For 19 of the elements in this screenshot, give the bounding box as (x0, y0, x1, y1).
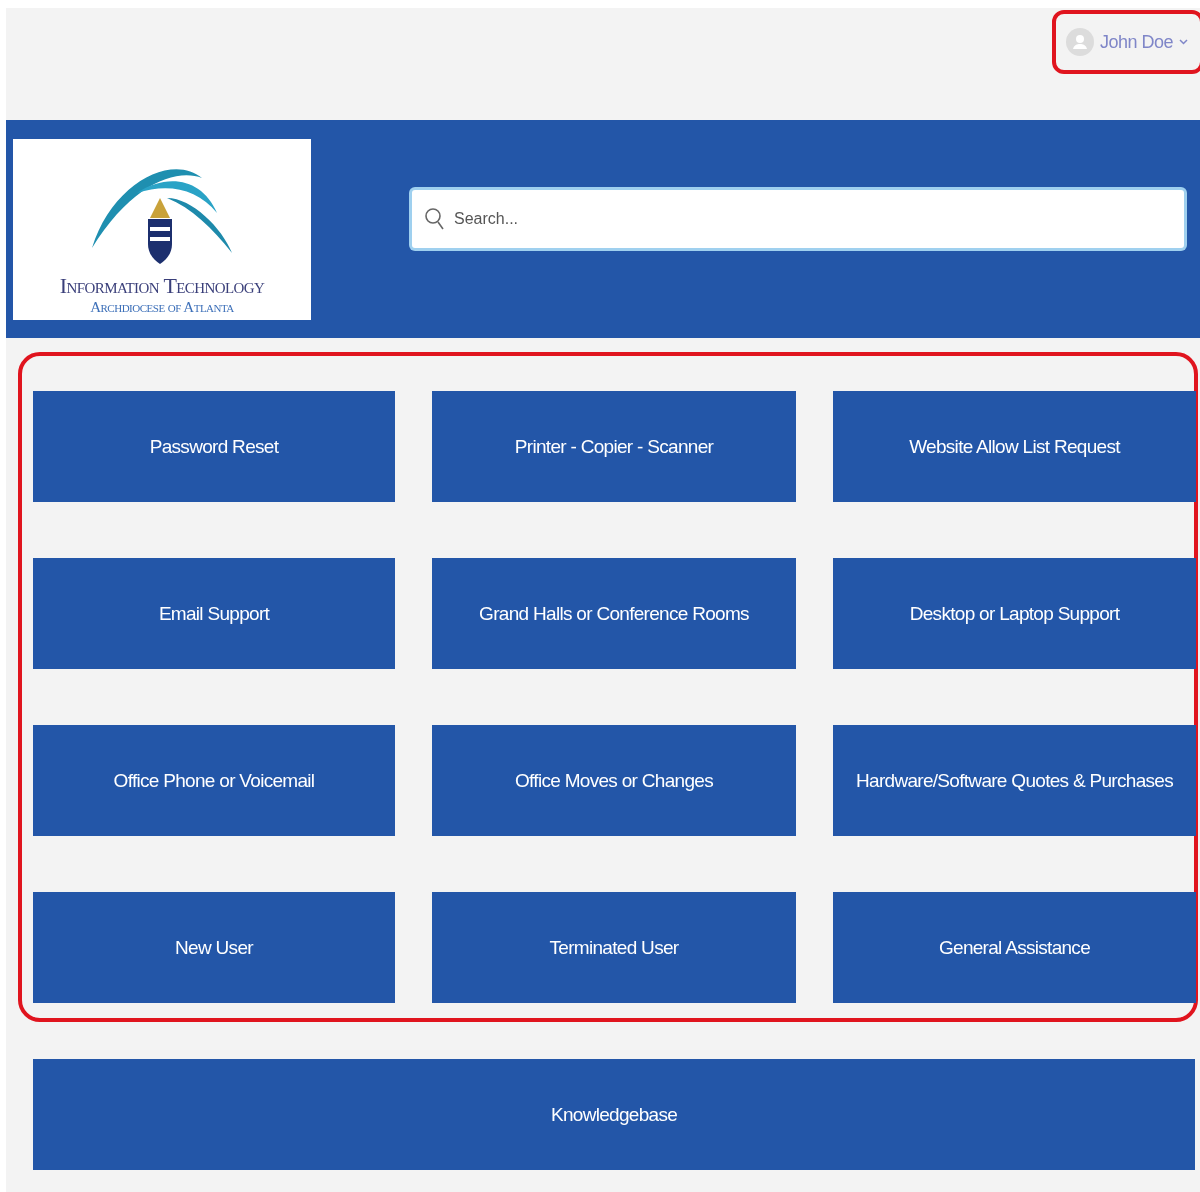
service-tile[interactable]: Password Reset (33, 391, 395, 502)
service-tile[interactable]: Desktop or Laptop Support (833, 558, 1196, 669)
search-field[interactable]: Search... (412, 190, 1184, 248)
knowledgebase-tile[interactable]: Knowledgebase (33, 1059, 1195, 1170)
service-tile[interactable]: Hardware/Software Quotes & Purchases (833, 725, 1196, 836)
logo-subtitle: Archdiocese of Atlanta (90, 298, 234, 316)
service-tile[interactable]: New User (33, 892, 395, 1003)
service-tile[interactable]: Email Support (33, 558, 395, 669)
service-tile[interactable]: Website Allow List Request (833, 391, 1196, 502)
search-icon (424, 207, 444, 231)
service-tile[interactable]: Printer - Copier - Scanner (432, 391, 796, 502)
chevron-down-icon (1179, 39, 1188, 45)
avatar-icon (1065, 28, 1094, 56)
service-tile[interactable]: Office Phone or Voicemail (33, 725, 395, 836)
service-tile[interactable]: General Assistance (833, 892, 1196, 1003)
logo-title: Information Technology (59, 272, 265, 299)
service-tile[interactable]: Terminated User (432, 892, 796, 1003)
service-tile[interactable]: Office Moves or Changes (432, 725, 796, 836)
service-tile[interactable]: Grand Halls or Conference Rooms (432, 558, 796, 669)
